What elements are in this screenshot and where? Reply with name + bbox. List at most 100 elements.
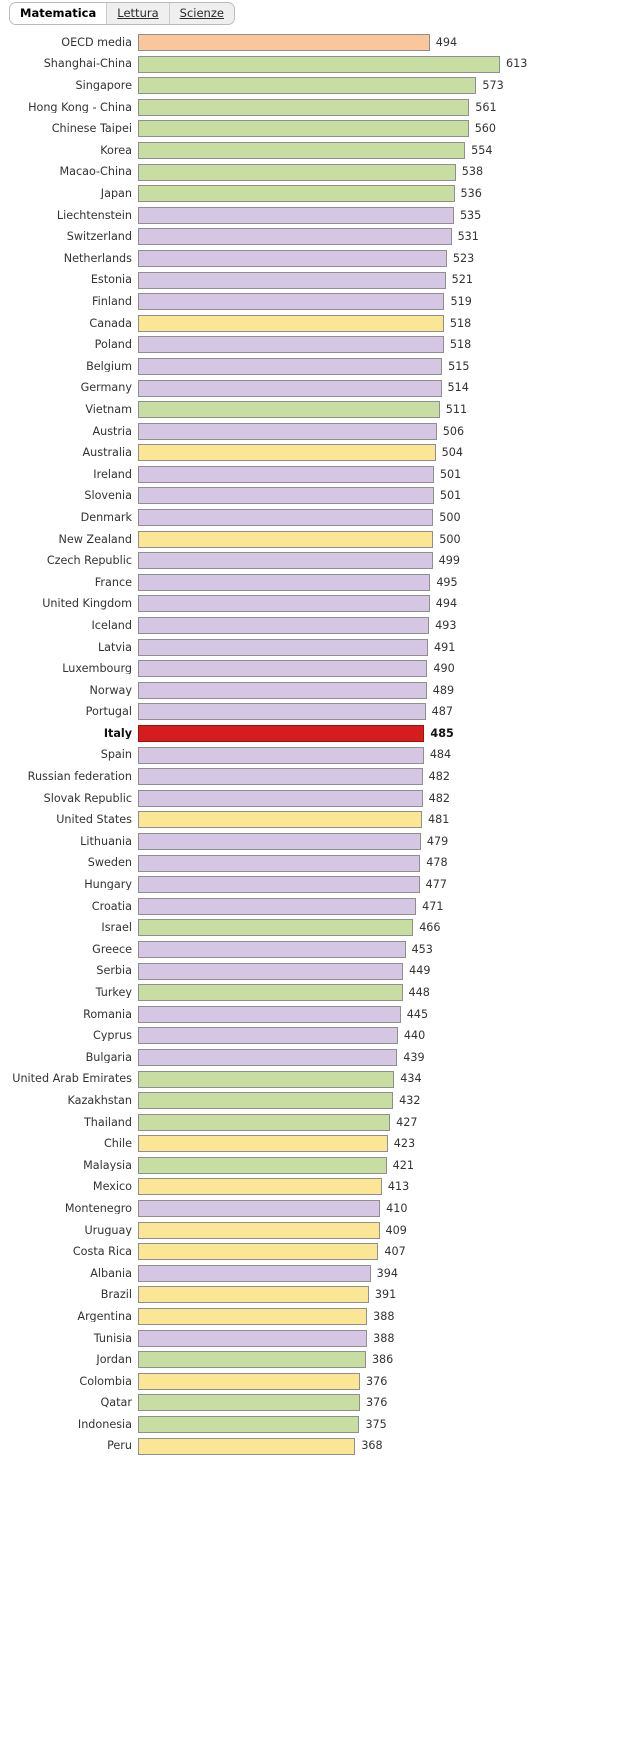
country-label: Israel: [101, 922, 132, 934]
score-bar: [138, 854, 421, 872]
bar-track: 449: [138, 962, 640, 980]
chart-row: Finland 519: [0, 293, 640, 311]
score-value: 489: [432, 683, 455, 697]
score-value: 493: [435, 618, 457, 632]
score-bar: [138, 984, 403, 1002]
score-bar: [138, 940, 406, 958]
country-label: Korea: [100, 144, 132, 157]
country-label: Uruguay: [84, 1224, 132, 1236]
tab-scienze[interactable]: Scienze: [169, 3, 234, 24]
score-value: 434: [400, 1072, 422, 1086]
country-label: Finland: [92, 296, 132, 308]
score-value: 484: [429, 748, 452, 762]
bar-track: 514: [138, 379, 640, 397]
score-bar: [138, 185, 455, 203]
chart-row: Chile 423: [0, 1135, 640, 1153]
score-bar: [138, 573, 431, 591]
bar-track: 482: [138, 789, 640, 807]
chart-row: Liechtenstein 535: [0, 206, 640, 224]
chart-row: Switzerland 531: [0, 228, 640, 246]
bar-track: 466: [138, 919, 640, 937]
country-label: United States: [56, 814, 132, 826]
score-value: 519: [450, 295, 472, 309]
score-bar: [138, 98, 470, 116]
bar-track: 506: [138, 422, 640, 440]
score-bar: [138, 617, 430, 635]
bar-track: 523: [138, 249, 640, 267]
score-bar: [138, 832, 421, 850]
score-bar: [138, 876, 420, 894]
bar-track: 515: [138, 357, 640, 375]
chart-row: Estonia 521: [0, 271, 640, 289]
score-bar: [138, 465, 434, 483]
score-value: 494: [435, 597, 458, 611]
chart-row: Sweden 478: [0, 854, 640, 872]
country-label: Jordan: [96, 1354, 132, 1366]
country-label: Estonia: [90, 274, 132, 286]
chart-row: Croatia 471: [0, 897, 640, 915]
country-label: Latvia: [97, 641, 132, 653]
country-label: Qatar: [100, 1397, 132, 1409]
score-value: 449: [409, 964, 431, 978]
bar-track: 561: [138, 98, 640, 116]
score-bar: [138, 271, 446, 289]
country-label: France: [94, 576, 132, 588]
tab-label: Lettura: [117, 5, 159, 20]
score-value: 478: [426, 856, 448, 870]
country-label: Kazakhstan: [67, 1094, 132, 1107]
chart-row: Mexico 413: [0, 1178, 640, 1196]
score-value: 386: [371, 1353, 394, 1367]
score-value: 391: [374, 1288, 397, 1302]
score-value: 368: [361, 1439, 383, 1453]
country-label: New Zealand: [58, 533, 132, 545]
tab-lettura[interactable]: Lettura: [107, 3, 170, 24]
tab-matematica[interactable]: Matematica: [10, 3, 108, 24]
bar-track: 536: [138, 185, 640, 203]
score-bar: [138, 1308, 368, 1326]
bar-track: 484: [138, 746, 640, 764]
chart-row: Luxembourg 490: [0, 660, 640, 678]
score-value: 482: [428, 791, 450, 805]
score-value: 487: [431, 705, 453, 719]
bar-track: 518: [138, 314, 640, 332]
country-label: Czech Republic: [46, 555, 132, 567]
country-label: Cyprus: [92, 1030, 132, 1042]
country-label: Netherlands: [63, 252, 132, 265]
score-bar: [138, 379, 442, 397]
score-bar: [138, 1221, 380, 1239]
country-label: Spain: [100, 749, 132, 761]
score-bar: [138, 228, 452, 246]
pisa-score-bar-chart: OECD media 494 Shanghai-China 613 Singapore 5…: [0, 34, 640, 1459]
country-label: Bulgaria: [85, 1051, 132, 1063]
country-label: Belgium: [86, 360, 132, 372]
score-bar: [138, 336, 444, 354]
score-value: 394: [376, 1266, 399, 1280]
bar-track: 493: [138, 617, 640, 635]
bar-track: 409: [138, 1221, 640, 1239]
bar-track: 479: [138, 832, 640, 850]
chart-row: Qatar 376: [0, 1394, 640, 1412]
bar-track: 500: [138, 509, 640, 527]
country-label: Mexico: [92, 1181, 132, 1193]
subject-tabbar[interactable]: Matematica Lettura Scienze: [9, 2, 235, 25]
country-label: Colombia: [79, 1375, 132, 1387]
score-value: 536: [460, 187, 482, 201]
country-label: Serbia: [96, 965, 132, 977]
country-label: Switzerland: [66, 231, 132, 243]
score-bar: [138, 530, 434, 548]
bar-track: 504: [138, 444, 640, 462]
chart-row: Turkey 448: [0, 984, 640, 1002]
score-bar: [138, 141, 466, 159]
country-label: Singapore: [75, 80, 132, 92]
chart-row: Albania 394: [0, 1264, 640, 1282]
country-label: Romania: [83, 1008, 132, 1020]
country-label: Hong Kong - China: [28, 101, 132, 113]
score-value: 504: [441, 446, 463, 460]
country-label: Iceland: [91, 619, 133, 632]
country-label: Lithuania: [80, 835, 132, 848]
score-value: 421: [392, 1158, 414, 1172]
bar-track: 432: [138, 1092, 640, 1110]
score-bar: [138, 811, 423, 829]
chart-row: Colombia 376: [0, 1372, 640, 1390]
country-label: Croatia: [91, 900, 132, 912]
